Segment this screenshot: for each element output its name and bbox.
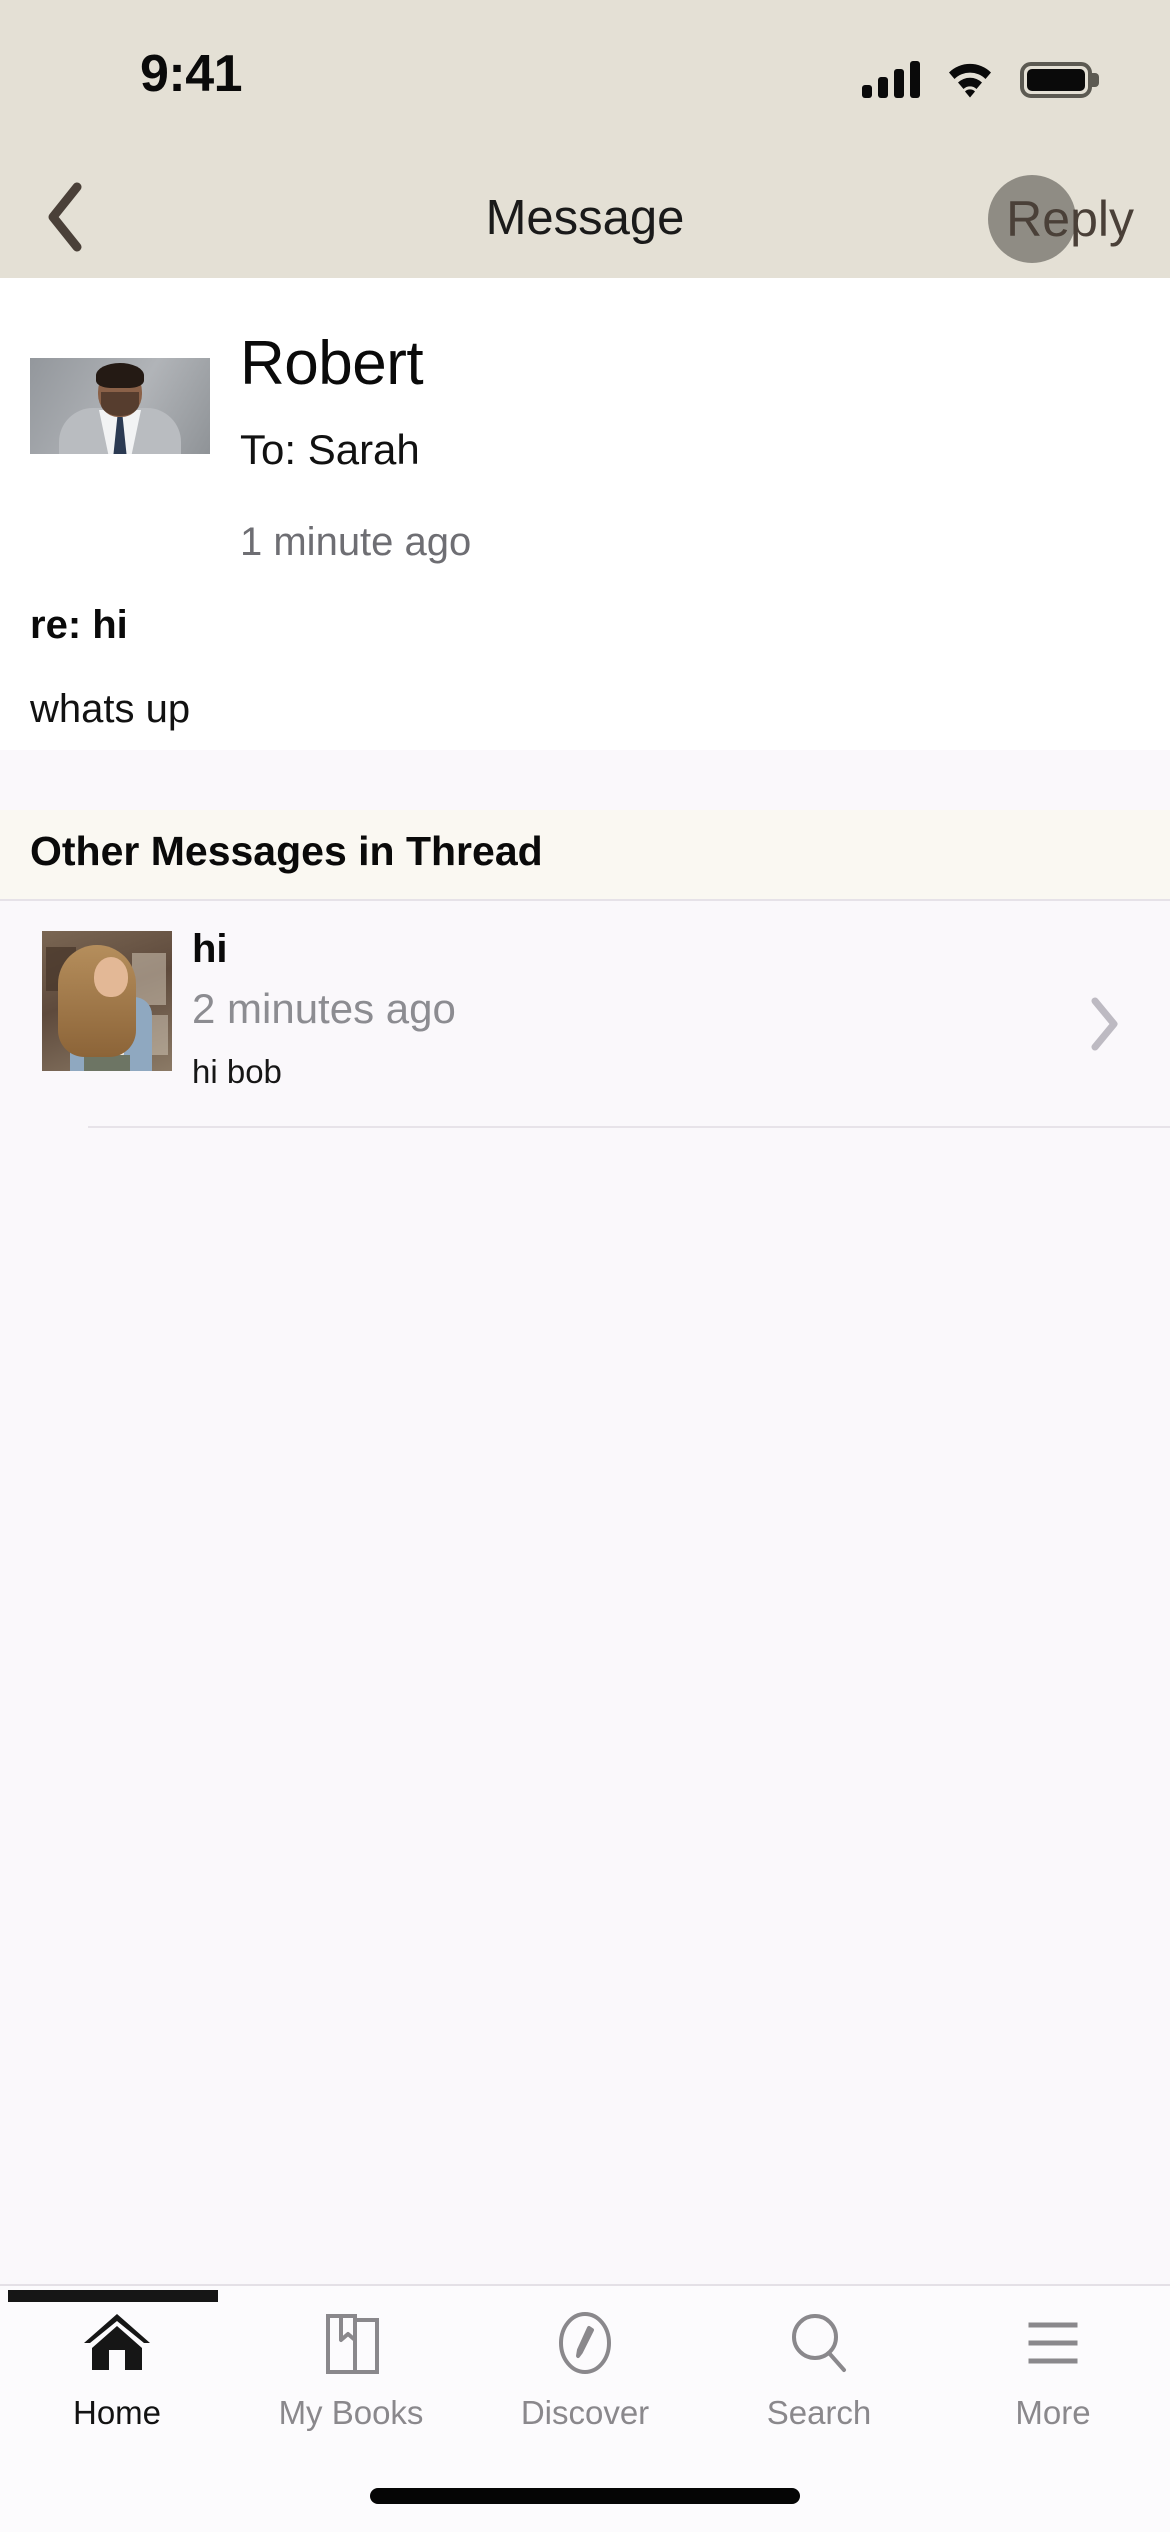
tab-home[interactable]: Home — [0, 2310, 234, 2470]
wifi-icon — [946, 60, 994, 98]
thread-avatar-photo — [42, 931, 172, 1071]
section-spacer — [0, 750, 1170, 810]
list-divider — [88, 1126, 1170, 1128]
message-timestamp: 1 minute ago — [240, 520, 472, 564]
cellular-signal-icon — [862, 60, 920, 98]
active-tab-indicator — [8, 2290, 218, 2302]
status-bar-icons — [862, 52, 1092, 98]
compass-icon — [548, 2310, 622, 2376]
status-bar: 9:41 — [0, 0, 1170, 160]
reply-button[interactable]: Reply — [988, 175, 1134, 263]
thread-section-header: Other Messages in Thread — [0, 810, 1170, 900]
home-indicator-bar — [370, 2488, 800, 2504]
message-detail-card: Robert To: Sarah 1 minute ago re: hi wha… — [0, 278, 1170, 750]
message-subject: re: hi — [30, 603, 128, 647]
status-bar-time: 9:41 — [140, 45, 243, 103]
thread-item-timestamp: 2 minutes ago — [192, 985, 456, 1032]
thread-item-preview: hi bob — [192, 1053, 282, 1090]
tab-search[interactable]: Search — [702, 2310, 936, 2470]
thread-section-title: Other Messages in Thread — [30, 828, 543, 874]
phone-screen: 9:41 Message Reply Robert To: Sarah 1 mi… — [0, 0, 1170, 2532]
tab-search-label: Search — [766, 2394, 872, 2431]
tab-more-label: More — [1015, 2394, 1091, 2431]
sender-name: Robert — [240, 329, 424, 398]
tab-discover-label: Discover — [520, 2394, 650, 2431]
navigation-bar: Message Reply — [0, 160, 1170, 278]
sender-avatar-photo — [30, 358, 210, 454]
tab-home-label: Home — [72, 2394, 162, 2431]
tab-discover[interactable]: Discover — [468, 2310, 702, 2470]
thread-item-title: hi — [192, 927, 228, 971]
message-body: whats up — [30, 687, 191, 731]
chevron-right-icon — [1086, 996, 1122, 1051]
reply-button-label: Reply — [1006, 191, 1134, 247]
battery-full-icon — [1020, 62, 1092, 98]
tab-my-books-label: My Books — [278, 2394, 424, 2431]
message-recipient: To: Sarah — [240, 426, 420, 473]
tab-my-books[interactable]: My Books — [234, 2310, 468, 2470]
tab-bar: Home My Books Discover Search More — [0, 2284, 1170, 2532]
home-icon — [80, 2310, 154, 2376]
list-item[interactable]: hi 2 minutes ago hi bob — [0, 901, 1170, 1127]
tab-more[interactable]: More — [936, 2310, 1170, 2470]
menu-hamburger-icon — [1016, 2310, 1090, 2376]
books-icon — [314, 2310, 388, 2376]
search-icon — [782, 2310, 856, 2376]
